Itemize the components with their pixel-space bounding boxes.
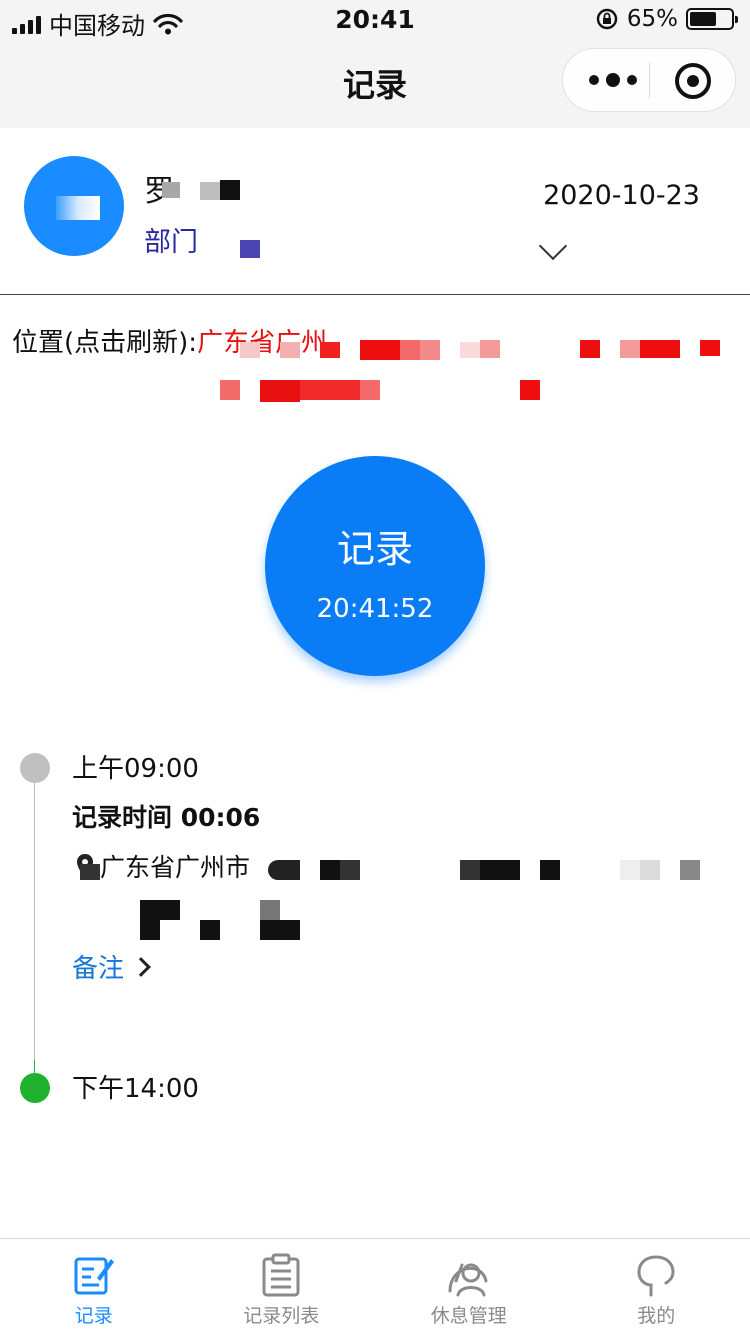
- redaction-mosaic: [620, 860, 640, 880]
- tab-record-label: 记录: [74, 1305, 113, 1327]
- more-icon[interactable]: [589, 73, 637, 87]
- tab-mine[interactable]: 我的: [563, 1239, 750, 1334]
- redaction-mosaic: [260, 380, 300, 402]
- rotation-lock-icon: [596, 8, 618, 30]
- location-value: 广东省广州: [197, 328, 328, 358]
- timeline-record-time: 记录时间 00:06: [72, 803, 261, 832]
- nav-bar: 记录: [0, 40, 750, 128]
- avatar-mosaic: [56, 196, 100, 220]
- date-selector[interactable]: 2020-10-23: [543, 180, 700, 211]
- tab-record-list[interactable]: 记录列表: [188, 1239, 376, 1334]
- redaction-mosaic: [200, 182, 220, 200]
- mini-program-capsule: [562, 48, 736, 112]
- redaction-mosaic: [320, 342, 340, 358]
- timeline-dot-inactive: [20, 753, 50, 783]
- redaction-mosaic: [140, 900, 180, 920]
- chevron-down-icon[interactable]: [538, 231, 568, 261]
- redaction-mosaic: [220, 380, 240, 400]
- tab-bar: 记录 记录列表 休息管理 我的: [0, 1238, 750, 1334]
- redaction-mosaic: [240, 240, 260, 258]
- redaction-mosaic: [480, 340, 500, 358]
- record-edit-icon: [74, 1257, 114, 1295]
- redaction-mosaic: [680, 860, 700, 880]
- redaction-mosaic: [640, 340, 680, 358]
- redaction-mosaic: [520, 380, 540, 400]
- redaction-mosaic: [260, 920, 300, 940]
- battery-icon: [686, 8, 738, 30]
- avatar: [24, 156, 124, 256]
- redaction-mosaic: [280, 342, 300, 358]
- timeline-entry-time: 上午09:00: [72, 754, 199, 784]
- tab-mine-label: 我的: [637, 1305, 676, 1327]
- clipboard-list-icon: [262, 1253, 300, 1297]
- redaction-mosaic: [540, 860, 560, 880]
- redaction-mosaic: [200, 920, 220, 940]
- tab-record-list-label: 记录列表: [243, 1305, 320, 1327]
- record-button[interactable]: 记录 20:41:52: [265, 456, 485, 676]
- redaction-mosaic: [220, 180, 240, 200]
- redaction-mosaic: [640, 860, 660, 880]
- redaction-mosaic: [140, 920, 160, 940]
- record-button-clock: 20:41:52: [316, 594, 434, 624]
- redaction-mosaic: [480, 860, 520, 880]
- capsule-divider: [649, 63, 650, 99]
- redaction-mosaic: [460, 860, 480, 880]
- close-target-icon[interactable]: [675, 63, 711, 99]
- profile-icon: [637, 1255, 675, 1297]
- redaction-mosaic: [240, 342, 260, 358]
- redaction-mosaic: [300, 380, 360, 400]
- timeline-dot-active: [20, 1073, 50, 1103]
- rest-people-icon: [448, 1263, 488, 1297]
- redaction-mosaic: [80, 864, 100, 880]
- tab-rest-management-label: 休息管理: [430, 1305, 507, 1327]
- redaction-mosaic: [360, 340, 400, 360]
- redaction-mosaic: [162, 182, 180, 198]
- redaction-mosaic: [340, 860, 360, 880]
- record-button-label: 记录: [336, 527, 413, 571]
- timeline-line: [34, 768, 35, 1068]
- timeline-entry-time: 下午14:00: [72, 1074, 199, 1104]
- chevron-right-icon: [131, 956, 151, 977]
- redaction-mosaic: [460, 342, 480, 358]
- battery-percent: 65%: [626, 6, 678, 32]
- timeline-location-text: 广东省广州市: [100, 853, 251, 882]
- redaction-mosaic: [268, 860, 300, 880]
- status-right: 65%: [595, 6, 738, 32]
- redaction-mosaic: [320, 860, 340, 880]
- redaction-mosaic: [400, 340, 420, 360]
- tab-rest-management[interactable]: 休息管理: [375, 1239, 563, 1334]
- redaction-mosaic: [620, 340, 640, 358]
- department-label: 部门: [144, 227, 198, 258]
- battery-fill: [690, 12, 716, 26]
- note-label: 备注: [72, 954, 125, 984]
- profile-header: 罗 部门 2020-10-23: [0, 128, 750, 295]
- redaction-mosaic: [360, 380, 380, 400]
- redaction-mosaic: [700, 340, 720, 356]
- location-label: 位置(点击刷新):: [12, 328, 198, 358]
- status-bar: 中国移动 20:41 65%: [0, 0, 750, 40]
- timeline-location: 广东省广州市: [76, 848, 250, 884]
- redaction-mosaic: [580, 340, 600, 358]
- redaction-mosaic: [420, 340, 440, 360]
- note-link[interactable]: 备注: [72, 948, 151, 985]
- tab-record[interactable]: 记录: [0, 1239, 188, 1334]
- redaction-mosaic: [260, 900, 280, 920]
